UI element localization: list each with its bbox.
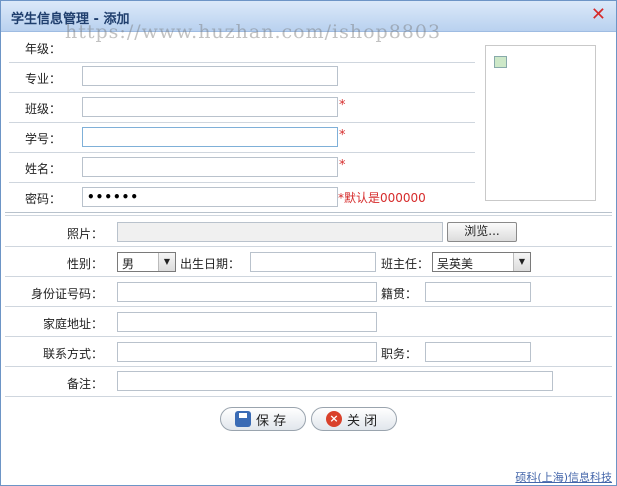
divider <box>9 152 475 153</box>
divider <box>5 276 612 277</box>
head-teacher-value: 吴英美 <box>437 257 474 271</box>
photo-path-input[interactable] <box>117 222 443 242</box>
save-button[interactable]: 保 存 <box>220 407 306 431</box>
save-button-label: 保 存 <box>256 413 287 429</box>
required-mark: * <box>339 98 346 113</box>
required-mark: * <box>339 158 346 173</box>
required-mark: * <box>339 128 346 143</box>
major-input[interactable] <box>82 66 338 86</box>
native-place-input[interactable] <box>425 282 531 302</box>
password-input[interactable] <box>82 187 338 207</box>
address-input[interactable] <box>117 312 377 332</box>
close-button[interactable]: × 关 闭 <box>311 407 397 431</box>
password-hint: *默认是000000 <box>338 191 426 205</box>
gender-select[interactable]: 男 ▼ <box>117 252 176 272</box>
close-button-label: 关 闭 <box>347 413 378 429</box>
photo-label: 照片： <box>66 227 103 241</box>
password-label: 密码： <box>25 192 62 206</box>
divider <box>5 336 612 337</box>
birthdate-label: 出生日期： <box>180 257 241 271</box>
student-id-label: 学号： <box>25 132 62 146</box>
divider <box>9 122 475 123</box>
class-input[interactable] <box>82 97 338 117</box>
watermark: https://www.huzhan.com/ishop8803 <box>65 21 442 43</box>
head-teacher-label: 班主任： <box>381 257 430 271</box>
class-label: 班级： <box>25 102 62 116</box>
remark-label: 备注： <box>66 377 103 391</box>
head-teacher-select[interactable]: 吴英美 ▼ <box>432 252 531 272</box>
gender-value: 男 <box>122 257 135 271</box>
contact-input[interactable] <box>117 342 377 362</box>
major-label: 专业： <box>25 72 62 86</box>
save-icon <box>235 411 251 427</box>
position-input[interactable] <box>425 342 531 362</box>
grade-label: 年级： <box>25 42 62 56</box>
divider <box>5 246 612 247</box>
company-link[interactable]: 硕科(上海)信息科技 <box>515 469 612 485</box>
native-place-label: 籍贯： <box>381 287 418 301</box>
position-label: 职务： <box>381 347 418 361</box>
gender-label: 性别： <box>66 257 103 271</box>
divider <box>9 182 475 183</box>
address-label: 家庭地址： <box>42 317 103 331</box>
chevron-down-icon: ▼ <box>513 253 530 271</box>
photo-preview <box>485 45 596 201</box>
name-input[interactable] <box>82 157 338 177</box>
divider <box>5 215 612 216</box>
contact-label: 联系方式： <box>42 347 103 361</box>
id-card-label: 身份证号码： <box>30 287 103 301</box>
divider <box>9 92 475 93</box>
browse-button[interactable]: 浏览... <box>447 222 517 242</box>
id-card-input[interactable] <box>117 282 377 302</box>
divider <box>5 212 612 213</box>
divider <box>5 366 612 367</box>
divider <box>5 396 612 397</box>
student-id-input[interactable] <box>82 127 338 147</box>
divider <box>5 306 612 307</box>
close-icon[interactable]: ✕ <box>591 4 606 26</box>
close-icon: × <box>326 411 342 427</box>
birthdate-input[interactable] <box>250 252 376 272</box>
remark-input[interactable] <box>117 371 553 391</box>
chevron-down-icon: ▼ <box>158 253 175 271</box>
name-label: 姓名： <box>25 162 62 176</box>
dialog-window: 学生信息管理 - 添加 ✕ https://www.huzhan.com/ish… <box>0 0 617 486</box>
image-placeholder-icon <box>494 56 507 68</box>
divider <box>9 62 475 63</box>
